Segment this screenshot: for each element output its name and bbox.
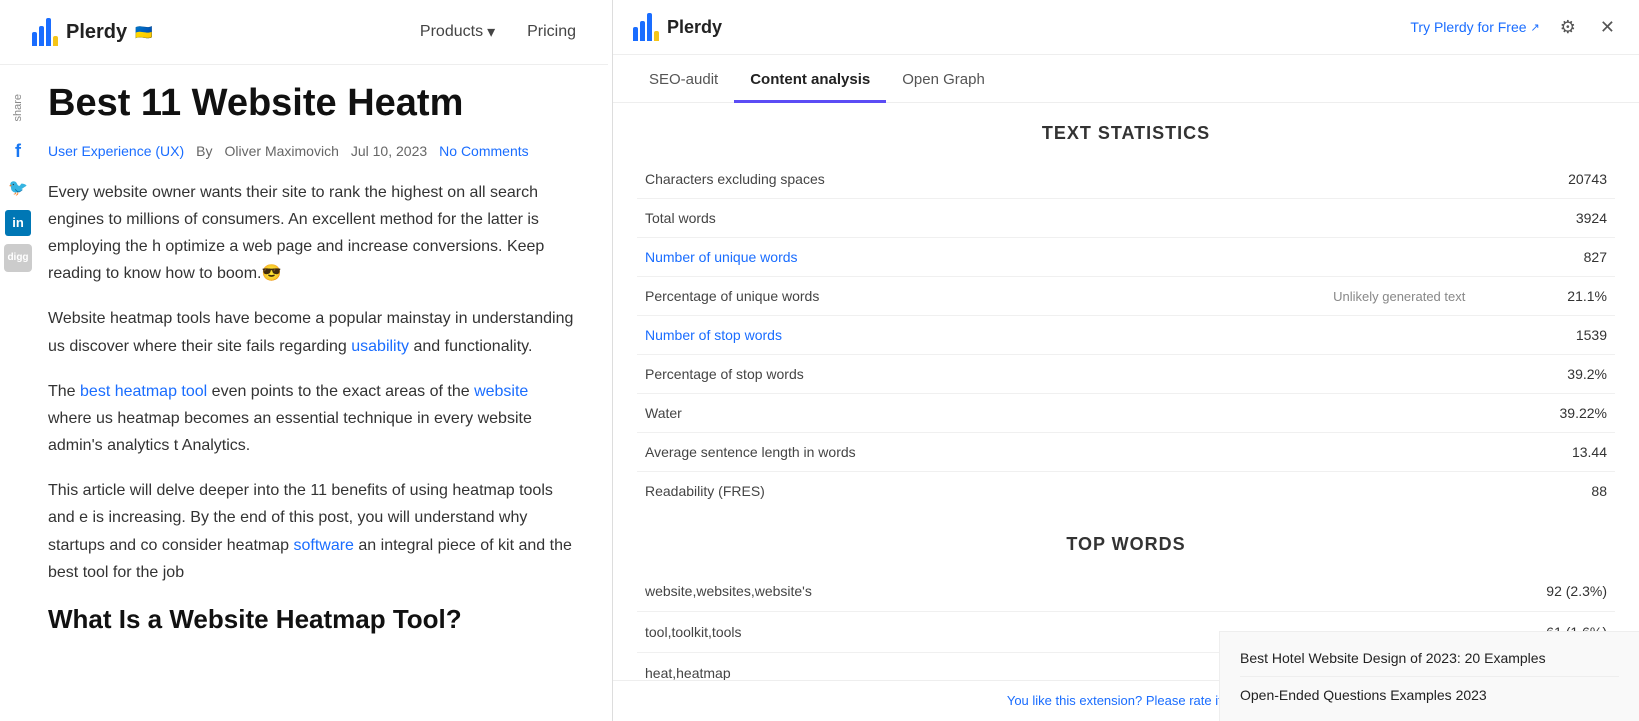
- related-item[interactable]: Open-Ended Questions Examples 2023: [1240, 677, 1619, 713]
- nav-links: Products ▾ Pricing: [420, 22, 576, 42]
- panel-logo: Plerdy: [633, 13, 722, 41]
- list-item: website,websites,website's 92 (2.3%): [637, 571, 1615, 612]
- blog-side: Plerdy 🇺🇦 Products ▾ Pricing share f 🐦 i…: [0, 0, 608, 721]
- digg-icon[interactable]: digg: [4, 244, 32, 272]
- stat-note: [1143, 472, 1474, 511]
- nav-products[interactable]: Products ▾: [420, 22, 495, 42]
- usability-link[interactable]: usability: [351, 338, 409, 355]
- facebook-icon[interactable]: f: [4, 138, 32, 166]
- stat-value: 21.1%: [1473, 277, 1615, 316]
- stat-value: 3924: [1473, 199, 1615, 238]
- tab-seo-audit[interactable]: SEO-audit: [633, 59, 734, 103]
- table-row: Percentage of stop words 39.2%: [637, 355, 1615, 394]
- stat-note: [1143, 160, 1474, 199]
- blog-title: Best 11 Website Heatm: [48, 81, 576, 127]
- stat-label: Percentage of stop words: [637, 355, 1143, 394]
- stat-label: Characters excluding spaces: [637, 160, 1143, 199]
- stat-label: Percentage of unique words: [637, 277, 1143, 316]
- table-row: Total words 3924: [637, 199, 1615, 238]
- table-row: Average sentence length in words 13.44: [637, 433, 1615, 472]
- stat-value: 39.2%: [1473, 355, 1615, 394]
- stat-label: Average sentence length in words: [637, 433, 1143, 472]
- chevron-down-icon: ▾: [487, 22, 495, 42]
- share-label: share: [12, 94, 24, 122]
- stat-value: 88: [1473, 472, 1615, 511]
- stat-note: [1143, 238, 1474, 277]
- blog-para-4: This article will delve deeper into the …: [48, 477, 576, 586]
- nav-logo: Plerdy 🇺🇦: [32, 18, 153, 46]
- stat-value: 20743: [1473, 160, 1615, 199]
- related-articles: Best Hotel Website Design of 2023: 20 Ex…: [1219, 631, 1639, 721]
- blog-author: Oliver Maximovich: [225, 143, 339, 159]
- try-plerdy-link[interactable]: Try Plerdy for Free ↗: [1410, 19, 1539, 35]
- stat-note: [1143, 394, 1474, 433]
- unique-words-link[interactable]: Number of unique words: [637, 238, 1143, 277]
- stop-words-link[interactable]: Number of stop words: [637, 316, 1143, 355]
- water-label: Water: [637, 394, 1143, 433]
- settings-button[interactable]: ⚙: [1556, 13, 1580, 42]
- tab-open-graph[interactable]: Open Graph: [886, 59, 1001, 103]
- website-link[interactable]: website: [474, 383, 528, 400]
- stat-note: [1143, 355, 1474, 394]
- best-heatmap-link[interactable]: best heatmap tool: [80, 383, 207, 400]
- stat-label: Readability (FRES): [637, 472, 1143, 511]
- blog-category[interactable]: User Experience (UX): [48, 143, 184, 159]
- word-label: website,websites,website's: [637, 571, 1326, 612]
- top-words-title: TOP words: [637, 534, 1615, 555]
- blog-para-2: Website heatmap tools have become a popu…: [48, 305, 576, 359]
- panel-actions: Try Plerdy for Free ↗ ⚙ ✕: [1410, 13, 1619, 42]
- panel-tabs: SEO-audit Content analysis Open Graph: [613, 55, 1639, 103]
- table-row: Number of unique words 827: [637, 238, 1615, 277]
- panel-logo-icon: [633, 13, 659, 41]
- software-link[interactable]: software: [293, 537, 353, 554]
- blog-author-prefix: By: [196, 143, 212, 159]
- text-statistics-title: TEXT STATISTICS: [637, 123, 1615, 144]
- stat-value: 827: [1473, 238, 1615, 277]
- text-statistics-table: Characters excluding spaces 20743 Total …: [637, 160, 1615, 510]
- stat-label: Total words: [637, 199, 1143, 238]
- blog-para-1: Every website owner wants their site to …: [48, 179, 576, 288]
- related-item[interactable]: Best Hotel Website Design of 2023: 20 Ex…: [1240, 640, 1619, 677]
- stat-note: Unlikely generated text: [1143, 277, 1474, 316]
- blog-comments[interactable]: No Comments: [439, 143, 528, 159]
- twitter-icon[interactable]: 🐦: [4, 174, 32, 202]
- word-value: 92 (2.3%): [1326, 571, 1615, 612]
- stat-value: 1539: [1473, 316, 1615, 355]
- share-sidebar: share f 🐦 in digg: [0, 90, 36, 272]
- stat-value: 13.44: [1473, 433, 1615, 472]
- blog-content: Best 11 Website Heatm User Experience (U…: [0, 65, 608, 651]
- table-row: Number of stop words 1539: [637, 316, 1615, 355]
- nav-pricing[interactable]: Pricing: [527, 23, 576, 41]
- table-row: Readability (FRES) 88: [637, 472, 1615, 511]
- panel-header: Plerdy Try Plerdy for Free ↗ ⚙ ✕: [613, 0, 1639, 55]
- panel-logo-text: Plerdy: [667, 17, 722, 38]
- blog-para-3: The best heatmap tool even points to the…: [48, 378, 576, 460]
- close-button[interactable]: ✕: [1596, 13, 1619, 42]
- table-row: Percentage of unique words Unlikely gene…: [637, 277, 1615, 316]
- blog-meta: User Experience (UX) By Oliver Maximovic…: [48, 143, 576, 159]
- navigation: Plerdy 🇺🇦 Products ▾ Pricing: [0, 0, 608, 65]
- nav-logo-text: Plerdy: [66, 21, 127, 44]
- plerdy-logo-icon: [32, 18, 58, 46]
- panel-body: TEXT STATISTICS Characters excluding spa…: [613, 103, 1639, 680]
- table-row: Water 39.22%: [637, 394, 1615, 433]
- blog-date: Jul 10, 2023: [351, 143, 427, 159]
- stat-note: [1143, 316, 1474, 355]
- plerdy-panel: Plerdy Try Plerdy for Free ↗ ⚙ ✕ SEO-aud…: [612, 0, 1639, 721]
- linkedin-icon[interactable]: in: [5, 210, 31, 236]
- water-value: 39.22%: [1473, 394, 1615, 433]
- nav-flag: 🇺🇦: [135, 24, 152, 41]
- table-row: Characters excluding spaces 20743: [637, 160, 1615, 199]
- tab-content-analysis[interactable]: Content analysis: [734, 59, 886, 103]
- blog-h2: What Is a Website Heatmap Tool?: [48, 604, 576, 635]
- stat-note: [1143, 433, 1474, 472]
- stat-note: [1143, 199, 1474, 238]
- external-link-icon: ↗: [1531, 21, 1540, 34]
